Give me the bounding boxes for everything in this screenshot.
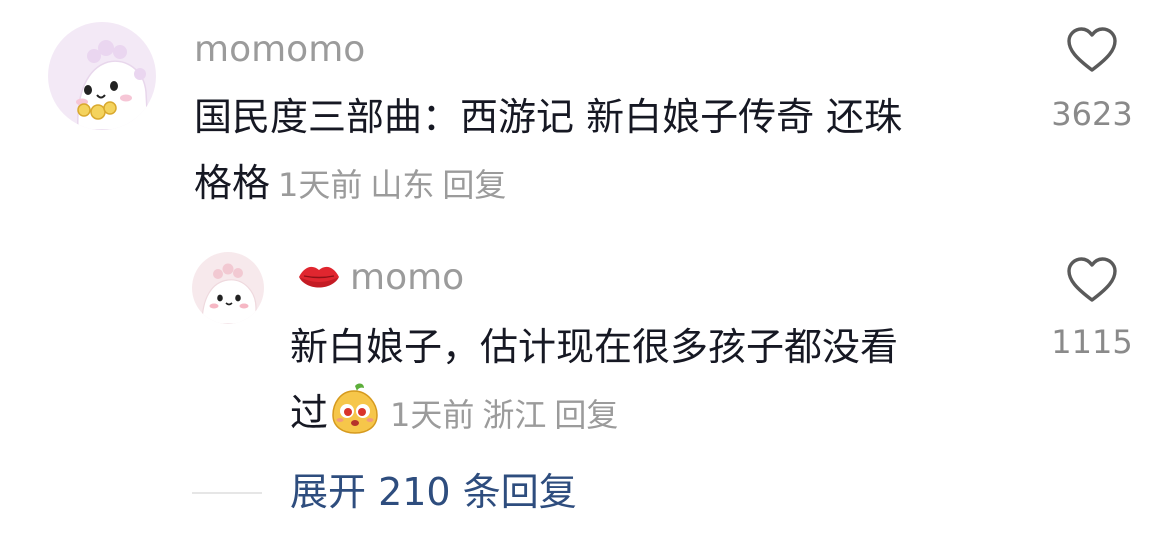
expand-divider <box>192 492 262 494</box>
comment-text-line-1: 国民度三部曲：西游记 新白娘子传奇 还珠 <box>194 95 903 139</box>
comment-meta: 1天前 山东 回复 <box>270 166 506 204</box>
lips-icon <box>299 266 339 288</box>
reply-like-button[interactable]: 1115 <box>1040 256 1144 360</box>
heart-icon <box>1067 257 1117 302</box>
reply-username-row[interactable]: momo <box>296 258 464 298</box>
reply-text-line-1: 新白娘子，估计现在很多孩子都没看 <box>290 325 899 369</box>
comment-text-line-2-text: 格格 <box>194 161 271 205</box>
comment-text-line-2: 格格 1天前 山东 回复 <box>194 150 1014 218</box>
reply-location: 浙江 <box>482 396 547 434</box>
reply-like-count: 1115 <box>1051 323 1133 361</box>
reply-meta: 1天前 浙江 回复 <box>382 396 618 434</box>
comment-location: 山东 <box>370 166 435 204</box>
reply-text: 新白娘子，估计现在很多孩子都没看 过 1天前 浙江 回复 <box>290 314 1010 456</box>
dinosaur-avatar-icon <box>48 22 156 130</box>
comment-like-count: 3623 <box>1051 95 1133 133</box>
comment-like-button[interactable]: 3623 <box>1040 26 1144 132</box>
reply-text-line-2: 过 1天前 浙江 回复 <box>290 380 1010 456</box>
expand-replies-button[interactable]: 展开 210 条回复 <box>290 470 577 514</box>
avatar[interactable] <box>192 252 264 324</box>
cute-face-emoji-icon <box>328 382 382 456</box>
dinosaur-avatar-icon <box>192 252 264 324</box>
avatar[interactable] <box>48 22 156 130</box>
comment-text: 国民度三部曲：西游记 新白娘子传奇 还珠 格格 1天前 山东 回复 <box>194 84 1014 218</box>
reply-time: 1天前 <box>390 396 475 434</box>
reply-text-line-2-text: 过 <box>290 391 329 435</box>
reply-username[interactable]: momo <box>350 257 464 298</box>
heart-icon <box>1067 27 1117 72</box>
comment-reply-button[interactable]: 回复 <box>442 166 506 204</box>
comment-username[interactable]: momomo <box>194 30 365 70</box>
reply-reply-button[interactable]: 回复 <box>554 396 618 434</box>
comment-time: 1天前 <box>278 166 363 204</box>
